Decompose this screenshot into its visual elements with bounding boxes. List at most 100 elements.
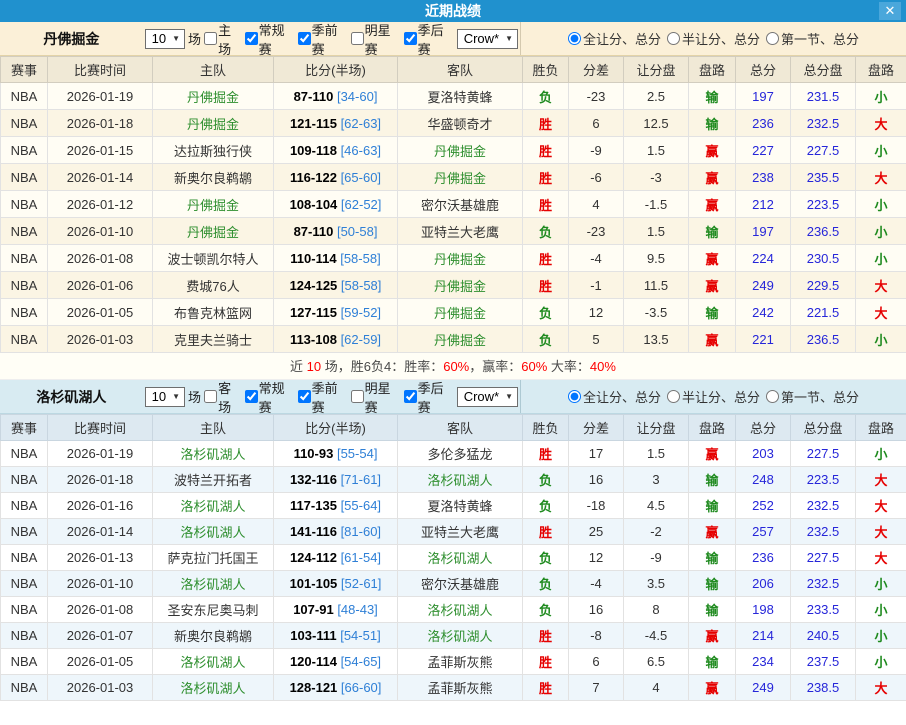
filter-option-5[interactable]: 季后赛 (402, 378, 455, 416)
filter-option-5[interactable]: 季后赛 (402, 20, 455, 58)
filter-option-3[interactable]: 季前赛 (296, 20, 349, 58)
mode-radio[interactable] (667, 32, 680, 45)
mode-radio[interactable] (766, 32, 779, 45)
filter-checkbox[interactable] (298, 32, 311, 45)
team-section-2: 洛杉矶湖人10▼场客场常规赛季前赛明星赛季后赛Crow*▼全让分、总分半让分、总… (0, 380, 906, 701)
league-cell: NBA (1, 545, 48, 571)
total-points-cell: 257 (736, 519, 791, 545)
handicap-result-cell: 输 (689, 493, 736, 519)
radio-option-2[interactable]: 半让分、总分 (667, 29, 760, 48)
filter-option-1[interactable]: 主场 (202, 20, 243, 58)
table-row: NBA2026-01-14新奥尔良鹈鹕116-122 [65-60]丹佛掘金胜-… (1, 164, 906, 191)
filter-option-1[interactable]: 客场 (202, 378, 243, 416)
mode-radio[interactable] (568, 390, 581, 403)
filter-checkbox[interactable] (404, 32, 417, 45)
column-header: 盘路 (856, 415, 906, 441)
source-select[interactable]: Crow*▼ (457, 387, 518, 407)
mode-radio[interactable] (766, 390, 779, 403)
point-diff-cell: -8 (569, 623, 624, 649)
radio-option-2[interactable]: 半让分、总分 (667, 387, 760, 406)
total-line-cell: 240.5 (791, 623, 856, 649)
column-header: 比分(半场) (274, 57, 398, 83)
stat-mode-radio-group: 全让分、总分半让分、总分 第一节、总分 (521, 29, 906, 48)
column-header: 胜负 (523, 57, 569, 83)
filter-checkbox[interactable] (351, 390, 364, 403)
league-cell: NBA (1, 110, 48, 137)
source-select[interactable]: Crow*▼ (457, 29, 518, 49)
filter-option-3[interactable]: 季前赛 (296, 378, 349, 416)
point-diff-cell: -9 (569, 137, 624, 164)
score-cell: 120-114 [54-65] (274, 649, 398, 675)
stat-mode-radio-group: 全让分、总分半让分、总分第一节、总分 (521, 387, 906, 406)
radio-option-3[interactable]: 第一节、总分 (766, 387, 859, 406)
final-score: 124-125 (290, 278, 338, 293)
filter-checkbox[interactable] (204, 32, 217, 45)
filter-checkbox[interactable] (245, 32, 258, 45)
total-points-cell: 214 (736, 623, 791, 649)
point-diff-cell: 6 (569, 110, 624, 137)
over-under-cell: 小 (856, 623, 906, 649)
score-cell: 124-125 [58-58] (274, 272, 398, 299)
chevron-down-icon: ▼ (172, 34, 180, 43)
games-count-select[interactable]: 10 ▼ (145, 29, 185, 49)
column-header: 总分 (736, 57, 791, 83)
filter-checkbox[interactable] (245, 390, 258, 403)
filter-checkbox[interactable] (298, 390, 311, 403)
radio-label: 第一节、总分 (781, 29, 859, 48)
radio-option-1[interactable]: 全让分、总分 (568, 29, 661, 48)
point-diff-cell: -4 (569, 571, 624, 597)
filter-option-4[interactable]: 明星赛 (349, 20, 402, 58)
home-team-cell: 圣安东尼奥马刺 (153, 597, 274, 623)
filter-checkbox[interactable] (351, 32, 364, 45)
score-cell: 103-111 [54-51] (274, 623, 398, 649)
filter-checkbox[interactable] (204, 390, 217, 403)
total-points-cell: 197 (736, 83, 791, 110)
mode-radio[interactable] (667, 390, 680, 403)
over-under-cell: 大 (856, 272, 906, 299)
point-diff-cell: -1 (569, 272, 624, 299)
filter-checkbox[interactable] (404, 390, 417, 403)
total-line-cell: 236.5 (791, 326, 856, 353)
final-score: 113-108 (290, 332, 337, 347)
final-score: 87-110 (294, 89, 334, 104)
close-icon[interactable]: ✕ (879, 2, 901, 20)
games-count-select[interactable]: 10▼ (145, 387, 185, 407)
away-team-cell: 洛杉矶湖人 (398, 597, 523, 623)
filter-option-4[interactable]: 明星赛 (349, 378, 402, 416)
filter-option-2[interactable]: 常规赛 (243, 20, 296, 58)
radio-option-3[interactable]: 第一节、总分 (766, 29, 859, 48)
home-team-cell: 洛杉矶湖人 (153, 649, 274, 675)
filter-option-2[interactable]: 常规赛 (243, 378, 296, 416)
score-cell: 116-122 [65-60] (274, 164, 398, 191)
games-count-value: 10 (152, 31, 166, 46)
win-loss-cell: 负 (523, 326, 569, 353)
win-loss-cell: 胜 (523, 649, 569, 675)
home-team-cell: 洛杉矶湖人 (153, 571, 274, 597)
column-header: 盘路 (689, 57, 736, 83)
date-cell: 2026-01-06 (48, 272, 153, 299)
date-cell: 2026-01-08 (48, 245, 153, 272)
over-under-cell: 小 (856, 218, 906, 245)
away-team-cell: 夏洛特黄蜂 (398, 493, 523, 519)
win-loss-cell: 胜 (523, 137, 569, 164)
handicap-line-cell: 12.5 (624, 110, 689, 137)
over-under-cell: 大 (856, 493, 906, 519)
modal-titlebar: 近期战绩 ✕ (0, 0, 906, 22)
score-cell: 110-93 [55-54] (274, 441, 398, 467)
total-points-cell: 238 (736, 164, 791, 191)
score-cell: 127-115 [59-52] (274, 299, 398, 326)
total-line-cell: 232.5 (791, 519, 856, 545)
score-cell: 87-110 [50-58] (274, 218, 398, 245)
column-header: 比赛时间 (48, 415, 153, 441)
date-cell: 2026-01-12 (48, 191, 153, 218)
column-header: 分差 (569, 415, 624, 441)
half-time-score: [81-60] (341, 524, 381, 539)
mode-radio[interactable] (568, 32, 581, 45)
league-cell: NBA (1, 441, 48, 467)
point-diff-cell: 7 (569, 675, 624, 701)
score-cell: 124-112 [61-54] (274, 545, 398, 571)
radio-option-1[interactable]: 全让分、总分 (568, 387, 661, 406)
league-cell: NBA (1, 137, 48, 164)
half-time-score: [61-54] (341, 550, 381, 565)
score-cell: 107-91 [48-43] (274, 597, 398, 623)
